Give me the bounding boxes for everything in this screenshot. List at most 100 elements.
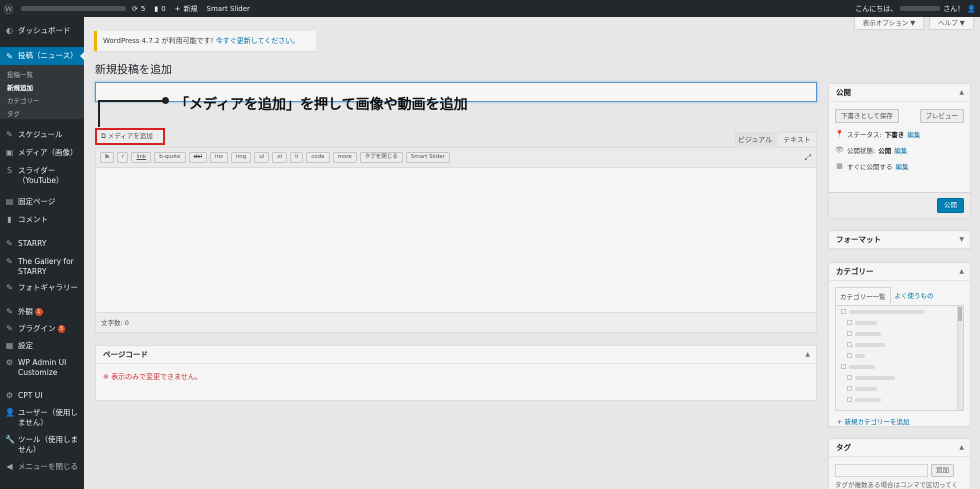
collapse-menu-button[interactable]: ◀ メニューを閉じる — [0, 462, 84, 472]
new-content-label: 新規 — [183, 4, 198, 13]
screen-options-button[interactable]: 表示オプション ▼ — [854, 17, 924, 30]
sidebar-item-pages[interactable]: ▤ 固定ページ — [0, 197, 84, 207]
category-checkbox[interactable] — [847, 353, 852, 358]
sidebar-item-slider[interactable]: S スライダー（YouTube） — [0, 166, 84, 186]
list-item[interactable] — [836, 372, 963, 383]
sidebar-item-label: スケジュール — [18, 130, 63, 139]
quicktag-del-button[interactable]: del — [188, 152, 207, 163]
editor-textarea[interactable] — [96, 168, 816, 312]
list-item[interactable] — [836, 350, 963, 361]
account-menu[interactable]: こんにちは、 さん！ 👤 — [855, 0, 976, 17]
sidebar-item-plugins[interactable]: ✎ プラグイン 3 — [0, 324, 84, 334]
quicktag-img-button[interactable]: img — [230, 152, 252, 163]
gallery-icon: ✎ — [6, 257, 13, 266]
category-checkbox[interactable] — [847, 375, 852, 380]
submenu-tags[interactable]: タグ — [0, 108, 84, 121]
submenu-categories[interactable]: カテゴリー — [0, 95, 84, 108]
submenu-add-new[interactable]: 新規追加 — [0, 82, 84, 95]
category-checklist[interactable] — [835, 305, 964, 411]
tags-header[interactable]: タグ ▲ — [829, 439, 970, 457]
scrollbar-thumb[interactable] — [958, 307, 962, 321]
page-code-header[interactable]: ページコード ▲ — [96, 346, 816, 364]
quicktag-li-button[interactable]: li — [290, 152, 304, 163]
edit-visibility-link[interactable]: 編集 — [894, 145, 907, 155]
toggle-arrow-icon[interactable]: ▲ — [959, 84, 964, 102]
sidebar-item-cpt-ui[interactable]: ⚙ CPT UI — [0, 391, 84, 401]
sidebar-item-appearance[interactable]: ✎ 外観 1 — [0, 307, 84, 317]
wordpress-logo-icon[interactable]: Ⓦ — [0, 0, 17, 17]
sidebar-item-posts[interactable]: ✎ 投稿（ニュース） — [0, 47, 84, 65]
add-media-button[interactable]: ⧉ メディアを追加 — [95, 128, 165, 145]
list-item[interactable] — [836, 361, 963, 372]
quicktag-ol-button[interactable]: ol — [272, 152, 288, 163]
sidebar-item-media[interactable]: ▣ メディア（画像） — [0, 148, 84, 158]
quicktag-ul-button[interactable]: ul — [254, 152, 270, 163]
sidebar-item-gallery[interactable]: ✎ The Gallery for STARRY — [0, 257, 84, 277]
format-header[interactable]: フォーマット ▼ — [829, 231, 970, 249]
comments-link[interactable]: ▮ 0 — [154, 5, 165, 13]
sidebar-item-dashboard[interactable]: ◐ ダッシュボード — [0, 26, 84, 36]
quicktag-link-button[interactable]: link — [131, 152, 152, 163]
sidebar-item-label: WP Admin UI Customize — [18, 358, 67, 377]
category-scrollbar[interactable] — [957, 306, 963, 410]
category-checkbox[interactable] — [847, 331, 852, 336]
list-item[interactable] — [836, 339, 963, 350]
list-item[interactable] — [836, 394, 963, 405]
sidebar-item-starry[interactable]: ✎ STARRY — [0, 239, 84, 249]
sidebar-item-comments[interactable]: ▮ コメント — [0, 215, 84, 225]
category-checkbox[interactable] — [841, 309, 846, 314]
tag-input[interactable] — [835, 464, 928, 477]
toggle-arrow-icon[interactable]: ▼ — [959, 231, 964, 249]
edit-status-link[interactable]: 編集 — [907, 129, 920, 139]
fullscreen-icon[interactable]: ⤢ — [805, 153, 811, 163]
list-item[interactable] — [836, 383, 963, 394]
quicktag-blockquote-button[interactable]: b-quote — [154, 152, 186, 163]
sidebar-item-tools[interactable]: 🔧 ツール（使用しません） — [0, 435, 84, 455]
pin-icon: 📍 — [835, 130, 844, 138]
publish-header[interactable]: 公開 ▲ — [829, 84, 970, 102]
category-checkbox[interactable] — [847, 386, 852, 391]
toggle-arrow-icon[interactable]: ▲ — [959, 439, 964, 457]
add-new-category-link[interactable]: + 新規カテゴリーを追加 — [829, 411, 970, 426]
greeting-suffix: さん！ — [943, 4, 965, 13]
category-checkbox[interactable] — [847, 397, 852, 402]
category-header[interactable]: カテゴリー ▲ — [829, 263, 970, 281]
site-name[interactable] — [21, 6, 126, 11]
quicktag-bold-button[interactable]: b — [100, 152, 114, 163]
sidebar-item-admin-ui[interactable]: ⚙ WP Admin UI Customize — [0, 358, 84, 378]
sidebar-item-label: プラグイン — [18, 324, 56, 333]
sidebar-item-photo-gallery[interactable]: ✎ フォトギャラリー — [0, 283, 84, 293]
sidebar-item-settings[interactable]: ▦ 設定 — [0, 341, 84, 351]
quicktag-smart-slider-button[interactable]: Smart Slider — [405, 152, 450, 163]
edit-schedule-link[interactable]: 編集 — [896, 161, 909, 171]
category-checkbox[interactable] — [841, 364, 846, 369]
publish-button[interactable]: 公開 — [937, 198, 964, 213]
sidebar-item-users[interactable]: 👤 ユーザー（使用しません） — [0, 408, 84, 428]
toggle-arrow-icon[interactable]: ▲ — [805, 346, 810, 364]
tab-popular-categories[interactable]: よく使うもの — [891, 287, 938, 305]
quicktag-code-button[interactable]: code — [306, 152, 330, 163]
sidebar-item-schedule[interactable]: ✎ スケジュール — [0, 130, 84, 140]
tab-visual[interactable]: ビジュアル — [735, 132, 775, 146]
quicktag-italic-button[interactable]: i — [116, 152, 129, 163]
tab-text[interactable]: テキスト — [777, 132, 817, 146]
category-checkbox[interactable] — [847, 342, 852, 347]
tab-all-categories[interactable]: カテゴリー一覧 — [835, 287, 891, 305]
preview-button[interactable]: プレビュー — [919, 109, 964, 123]
quicktag-close-tags-button[interactable]: タグを閉じる — [359, 152, 403, 163]
updates-link[interactable]: ⟳ 5 — [132, 5, 145, 13]
save-draft-button[interactable]: 下書きとして保存 — [835, 109, 899, 123]
smart-slider-link[interactable]: Smart Slider — [207, 5, 250, 13]
update-now-link[interactable]: 今すぐ更新してください。 — [216, 37, 300, 45]
category-checkbox[interactable] — [847, 320, 852, 325]
list-item[interactable] — [836, 328, 963, 339]
new-content-link[interactable]: + 新規 — [175, 4, 198, 14]
quicktag-ins-button[interactable]: ins — [209, 152, 228, 163]
submenu-all-posts[interactable]: 投稿一覧 — [0, 69, 84, 82]
list-item[interactable] — [836, 317, 963, 328]
help-button[interactable]: ヘルプ ▼ — [929, 17, 974, 30]
quicktag-more-button[interactable]: more — [332, 152, 357, 163]
toggle-arrow-icon[interactable]: ▲ — [959, 263, 964, 281]
list-item[interactable] — [836, 306, 963, 317]
add-tag-button[interactable]: 追加 — [931, 464, 954, 477]
